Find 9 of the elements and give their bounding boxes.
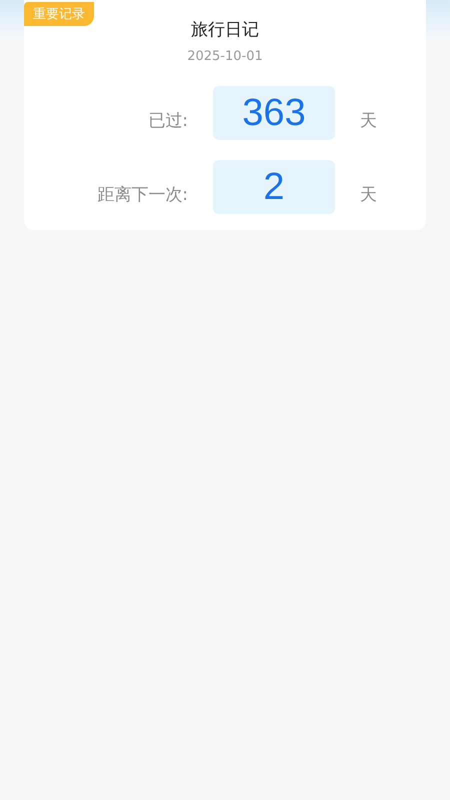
count-label: 距离下一次: <box>96 184 188 206</box>
day-unit: 天 <box>360 184 378 206</box>
day-unit: 天 <box>360 110 378 132</box>
day-count: 2 <box>213 160 335 214</box>
record-date: 2025-10-01 <box>187 49 263 64</box>
count-label: 已过: <box>147 110 188 132</box>
day-count: 363 <box>213 86 335 140</box>
record-tag: 重要记录 <box>24 2 94 26</box>
record-title: 旅行日记 <box>191 19 259 41</box>
